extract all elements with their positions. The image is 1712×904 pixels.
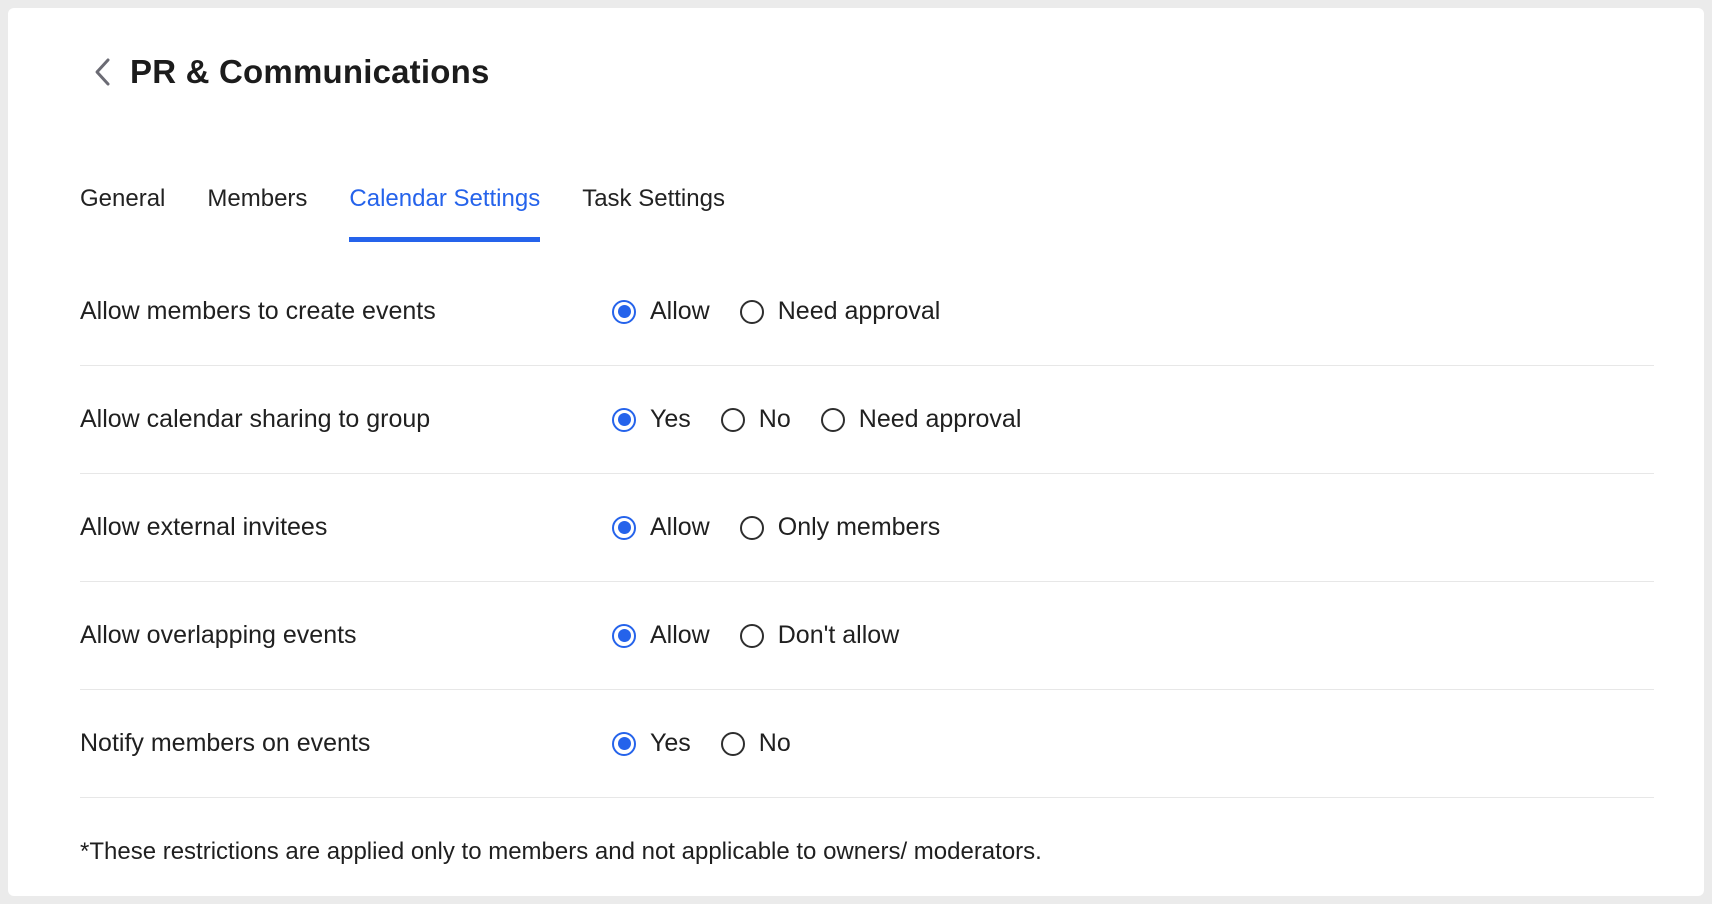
radio-option-allow[interactable]: Allow [612, 621, 710, 650]
setting-label: Notify members on events [80, 729, 612, 758]
radio-selected-icon [612, 408, 636, 432]
radio-option-allow[interactable]: Allow [612, 297, 710, 326]
radio-group: Yes No Need approval [612, 405, 1051, 434]
tab-members[interactable]: Members [207, 185, 307, 242]
radio-option-need-approval[interactable]: Need approval [740, 297, 941, 326]
radio-option-don-t-allow[interactable]: Don't allow [740, 621, 900, 650]
back-button[interactable] [90, 55, 114, 89]
radio-label: Don't allow [778, 621, 900, 650]
setting-label: Allow external invitees [80, 513, 612, 542]
settings-row-notify-members-on-events: Notify members on events Yes No [80, 690, 1654, 798]
radio-label: Yes [650, 405, 691, 434]
settings-row-allow-members-to-create-events: Allow members to create events Allow Need … [80, 258, 1654, 366]
radio-label: Allow [650, 297, 710, 326]
radio-label: Need approval [859, 405, 1022, 434]
radio-group: Allow Need approval [612, 297, 970, 326]
setting-label: Allow overlapping events [80, 621, 612, 650]
chevron-left-icon [93, 57, 111, 87]
footer-note: *These restrictions are applied only to … [80, 838, 1654, 866]
radio-group: Yes No [612, 729, 821, 758]
radio-label: Yes [650, 729, 691, 758]
radio-option-allow[interactable]: Allow [612, 513, 710, 542]
tab-general[interactable]: General [80, 185, 165, 242]
radio-unselected-icon [821, 408, 845, 432]
setting-label: Allow calendar sharing to group [80, 405, 612, 434]
radio-label: No [759, 405, 791, 434]
radio-unselected-icon [740, 624, 764, 648]
app-window: PR & Communications General Members Calend… [0, 0, 1712, 904]
radio-label: Allow [650, 513, 710, 542]
radio-selected-icon [612, 516, 636, 540]
settings-list: Allow members to create events Allow Need … [80, 258, 1654, 798]
settings-row-allow-overlapping-events: Allow overlapping events Allow Don't allow [80, 582, 1654, 690]
radio-group: Allow Don't allow [612, 621, 929, 650]
page-title: PR & Communications [130, 53, 490, 91]
settings-row-allow-external-invitees: Allow external invitees Allow Only members [80, 474, 1654, 582]
radio-option-need-approval[interactable]: Need approval [821, 405, 1022, 434]
radio-label: Need approval [778, 297, 941, 326]
radio-option-no[interactable]: No [721, 405, 791, 434]
settings-row-allow-calendar-sharing-to-group: Allow calendar sharing to group Yes No Need… [80, 366, 1654, 474]
tab-bar: General Members Calendar Settings Task Sett… [80, 185, 1654, 242]
footer: *These restrictions are applied only to … [80, 798, 1654, 866]
radio-unselected-icon [740, 516, 764, 540]
radio-option-yes[interactable]: Yes [612, 405, 691, 434]
radio-group: Allow Only members [612, 513, 970, 542]
tab-task-settings[interactable]: Task Settings [582, 185, 725, 242]
setting-label: Allow members to create events [80, 297, 612, 326]
radio-unselected-icon [721, 732, 745, 756]
radio-label: No [759, 729, 791, 758]
radio-label: Only members [778, 513, 941, 542]
radio-selected-icon [612, 624, 636, 648]
radio-selected-icon [612, 732, 636, 756]
radio-selected-icon [612, 300, 636, 324]
radio-label: Allow [650, 621, 710, 650]
radio-option-only-members[interactable]: Only members [740, 513, 941, 542]
radio-unselected-icon [721, 408, 745, 432]
group-settings-panel: PR & Communications General Members Calend… [8, 8, 1704, 896]
page-header: PR & Communications [80, 8, 1654, 90]
radio-unselected-icon [740, 300, 764, 324]
radio-option-no[interactable]: No [721, 729, 791, 758]
tab-calendar-settings[interactable]: Calendar Settings [349, 185, 540, 242]
radio-option-yes[interactable]: Yes [612, 729, 691, 758]
